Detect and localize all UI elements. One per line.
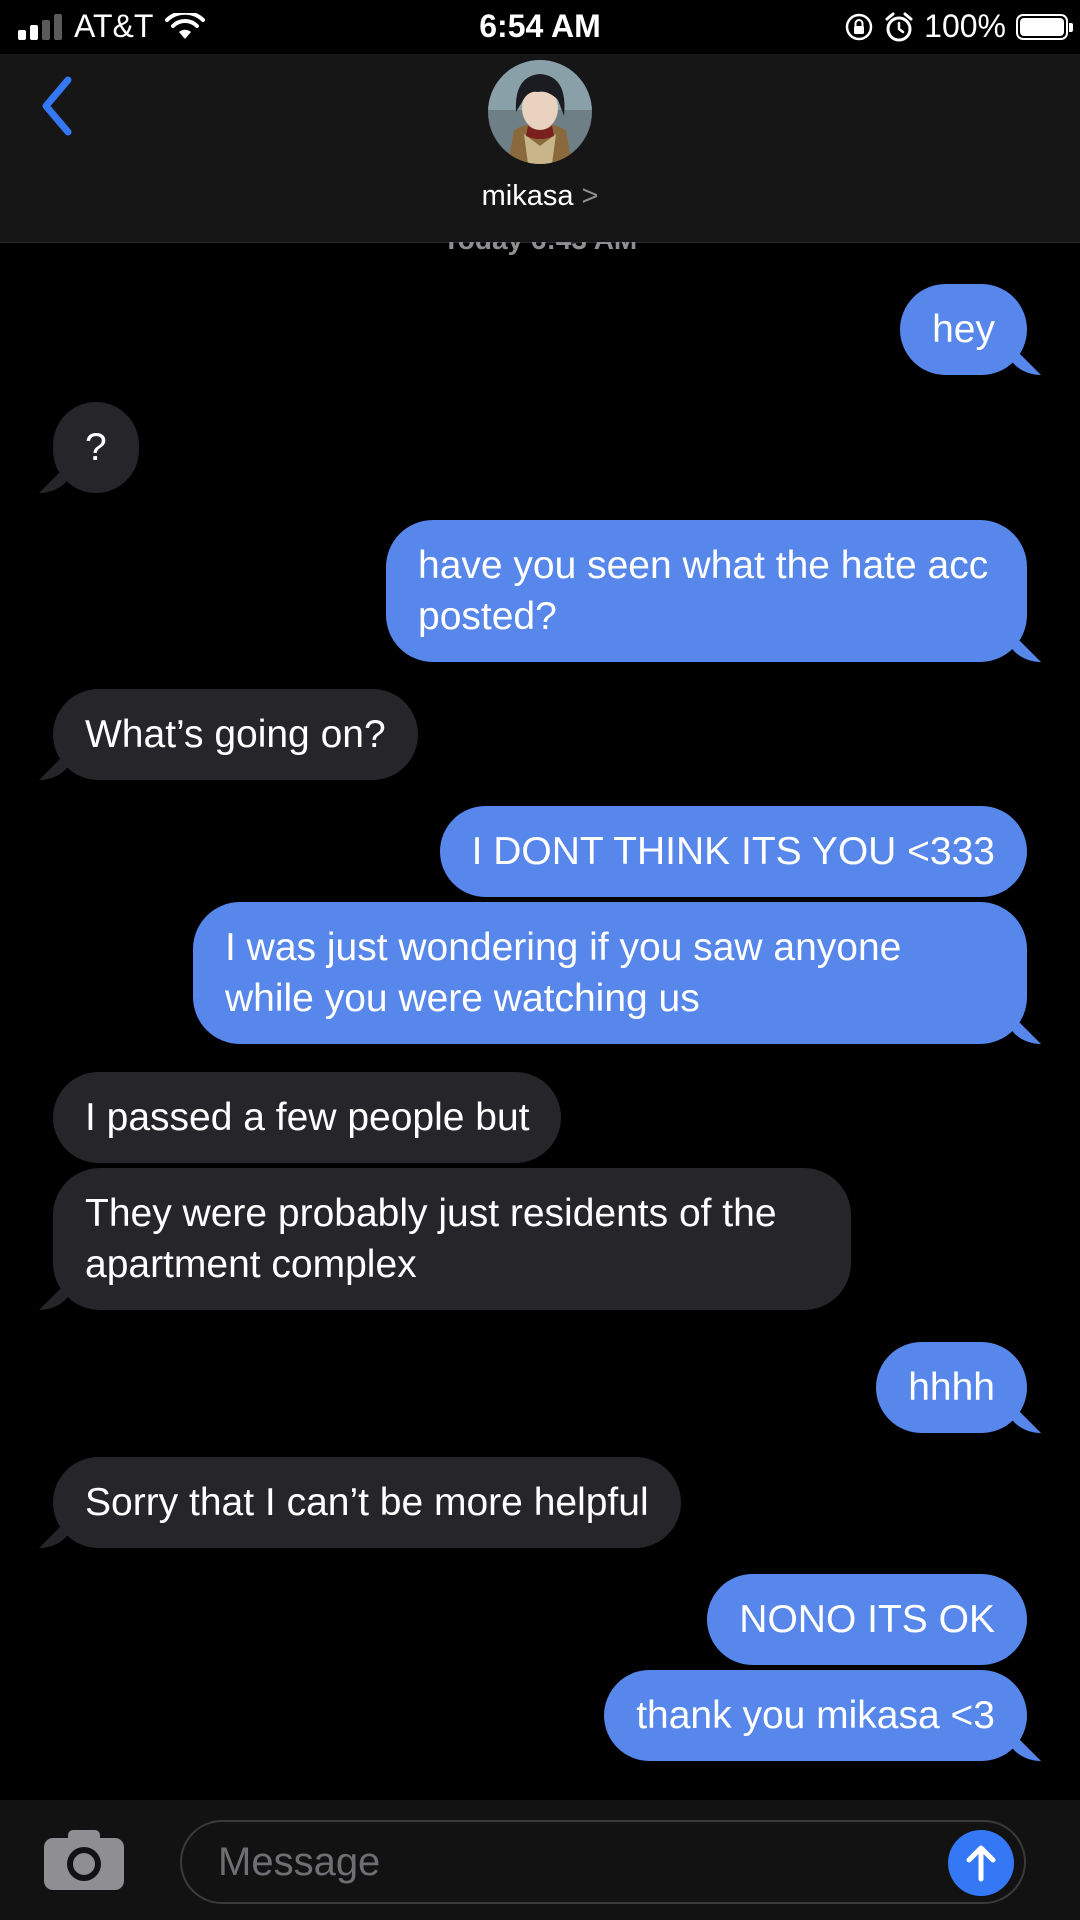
message-input[interactable]: Message	[180, 1820, 1026, 1904]
message-bubble-outgoing[interactable]: NONO ITS OK	[707, 1574, 1027, 1665]
battery-icon	[1016, 13, 1073, 40]
message-bubble-incoming[interactable]: ?	[53, 402, 139, 493]
message-thread[interactable]: hey ? have you seen what the hate acc po…	[0, 242, 1080, 1800]
alarm-icon	[885, 12, 913, 41]
message-bubble-outgoing[interactable]: hhhh	[876, 1342, 1027, 1433]
avatar[interactable]	[488, 60, 592, 164]
chevron-right-icon: >	[581, 180, 599, 212]
send-arrow-icon	[966, 1845, 996, 1882]
message-bubble-incoming[interactable]: They were probably just residents of the…	[53, 1168, 851, 1310]
back-chevron-icon[interactable]	[38, 74, 78, 138]
camera-icon[interactable]	[42, 1828, 126, 1892]
message-bubble-incoming[interactable]: Sorry that I can’t be more helpful	[53, 1457, 681, 1548]
composer-bar: Message	[0, 1800, 1080, 1920]
status-bar: AT&T 6:54 AM 100%	[0, 0, 1080, 54]
contact-name: mikasa	[481, 180, 574, 212]
send-button[interactable]	[948, 1830, 1014, 1896]
battery-percentage: 100%	[924, 8, 1006, 44]
message-bubble-incoming[interactable]: I passed a few people but	[53, 1072, 562, 1163]
status-right: 100%	[844, 8, 1073, 45]
message-bubble-outgoing[interactable]: have you seen what the hate acc posted?	[386, 520, 1027, 662]
contact-name-button[interactable]: mikasa >	[0, 180, 1080, 213]
message-bubble-outgoing[interactable]: I DONT THINK ITS YOU <333	[439, 806, 1027, 897]
orientation-lock-icon	[845, 13, 873, 40]
avatar-image	[488, 60, 592, 164]
message-bubble-outgoing[interactable]: thank you mikasa <3	[604, 1670, 1027, 1761]
battery-level	[1020, 17, 1064, 36]
message-input-placeholder: Message	[218, 1840, 381, 1884]
message-bubble-outgoing[interactable]: I was just wondering if you saw anyone w…	[193, 902, 1027, 1044]
message-bubble-outgoing[interactable]: hey	[900, 284, 1027, 375]
message-bubble-incoming[interactable]: What’s going on?	[53, 689, 418, 780]
conversation-header: mikasa >	[0, 54, 1080, 243]
